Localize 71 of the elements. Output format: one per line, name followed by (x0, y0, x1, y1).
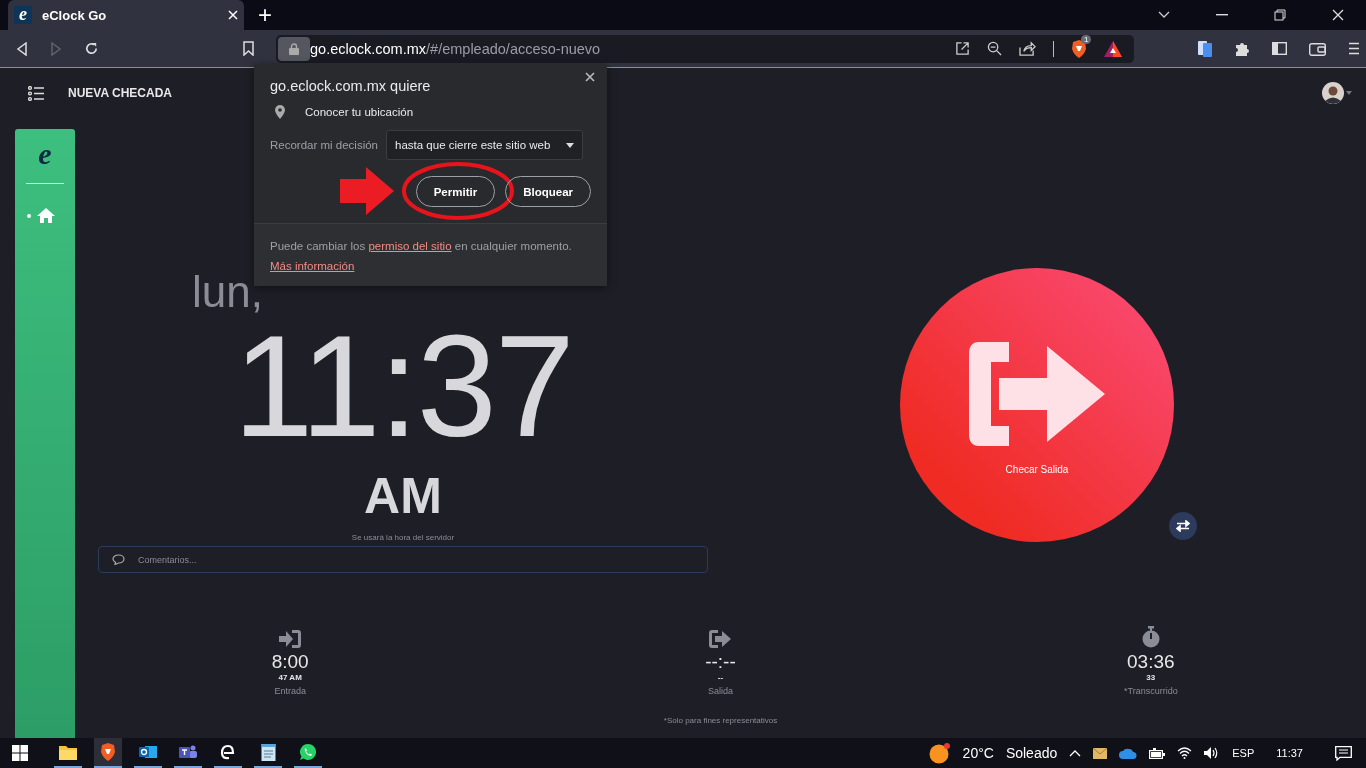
notification-icon[interactable] (1335, 745, 1352, 761)
bookmark-icon[interactable] (243, 41, 254, 56)
footnote: *Solo para fines representativos (663, 716, 778, 725)
date-text: lun, (192, 267, 263, 317)
more-info-link[interactable]: Más información (270, 260, 355, 272)
lock-icon[interactable] (278, 36, 310, 61)
permission-text: Conocer tu ubicación (305, 106, 414, 118)
page-title: NUEVA CHECADA (68, 86, 172, 100)
dialog-footer-text: Puede cambiar los permiso del sitio en cualquier momento. (270, 239, 573, 254)
taskbar-clock[interactable]: 11:37 (1276, 747, 1303, 759)
temperature[interactable]: 20°C (962, 745, 994, 761)
cloud-icon[interactable] (1119, 747, 1138, 759)
windows-icon[interactable] (12, 745, 28, 761)
new-tab-button[interactable]: + (258, 3, 272, 27)
remember-label: Recordar mi decisión (270, 139, 378, 151)
caret-icon (566, 142, 575, 148)
pointer-arrow (339, 167, 394, 215)
server-time-note: Se usará la hora del servidor (351, 533, 455, 542)
url-text: go.eclock.com.mx/#/empleado/acceso-nuevo (310, 40, 601, 57)
logo: e (38, 137, 52, 171)
time-value: 8:00 (271, 651, 309, 673)
comment-field[interactable]: Comentarios... (98, 546, 708, 573)
stat-label: Salida (707, 686, 733, 696)
puzzle-icon[interactable] (1234, 40, 1250, 57)
dialog-title: go.eclock.com.mx quiere (270, 78, 432, 94)
time-detail: -- (717, 673, 724, 682)
list-menu-icon[interactable] (28, 85, 45, 101)
battery-icon[interactable] (1149, 747, 1166, 759)
reload-icon[interactable] (84, 41, 99, 56)
zoom-out-icon[interactable] (987, 41, 1002, 56)
exit-arrow-icon (969, 342, 1105, 446)
language-indicator[interactable]: ESP (1232, 747, 1255, 759)
time-value: --:-- (705, 651, 736, 673)
remember-dropdown[interactable]: hasta que cierre este sitio web (386, 130, 584, 160)
open-external-icon[interactable] (955, 41, 970, 56)
weather-condition[interactable]: Soleado (1005, 745, 1058, 761)
stat-label: *Transcurrido (1123, 686, 1178, 696)
check-out-button[interactable]: Checar Salida (900, 268, 1174, 542)
site-permission-link[interactable]: permiso del sitio (368, 240, 452, 252)
clock-time: 11:37 (233, 325, 573, 449)
tab-search-icon[interactable] (1158, 11, 1170, 19)
chevron-up-icon[interactable] (1069, 749, 1082, 757)
triangle-icon[interactable] (1104, 40, 1122, 57)
favicon: e (14, 6, 32, 24)
restore-icon[interactable] (1274, 9, 1286, 21)
switch-button[interactable] (1169, 512, 1197, 540)
wallet-icon[interactable] (1309, 41, 1326, 56)
avatar[interactable] (1322, 82, 1344, 104)
location-pin-icon (275, 105, 285, 119)
stopwatch-icon (1141, 626, 1160, 648)
clock-period: AM (364, 471, 442, 521)
minimize-icon[interactable] (1216, 14, 1228, 16)
close-icon[interactable] (1332, 9, 1344, 21)
badge: 1 (1081, 34, 1092, 44)
stat-label: Entrada (274, 686, 306, 696)
wifi-icon[interactable] (1177, 747, 1193, 759)
speech-bubble-icon (112, 554, 125, 565)
menu-icon[interactable] (1348, 42, 1360, 55)
share-icon[interactable] (1019, 41, 1036, 56)
sun-icon[interactable] (928, 742, 951, 764)
sidebar-icon[interactable] (1272, 42, 1287, 55)
caret-icon[interactable] (1346, 91, 1352, 95)
address-bar[interactable]: go.eclock.com.mx/#/empleado/acceso-nuevo 1 (276, 34, 1134, 63)
browser-tab[interactable]: e eClock Go (8, 0, 244, 30)
close-icon[interactable] (585, 72, 595, 82)
back-icon[interactable] (16, 41, 28, 56)
time-detail: 33 (1146, 673, 1156, 682)
mail-icon[interactable] (1093, 747, 1108, 759)
time-detail: 47 AM (278, 673, 302, 682)
time-value: 03:36 (1127, 651, 1175, 673)
swap-icon (1176, 520, 1190, 532)
